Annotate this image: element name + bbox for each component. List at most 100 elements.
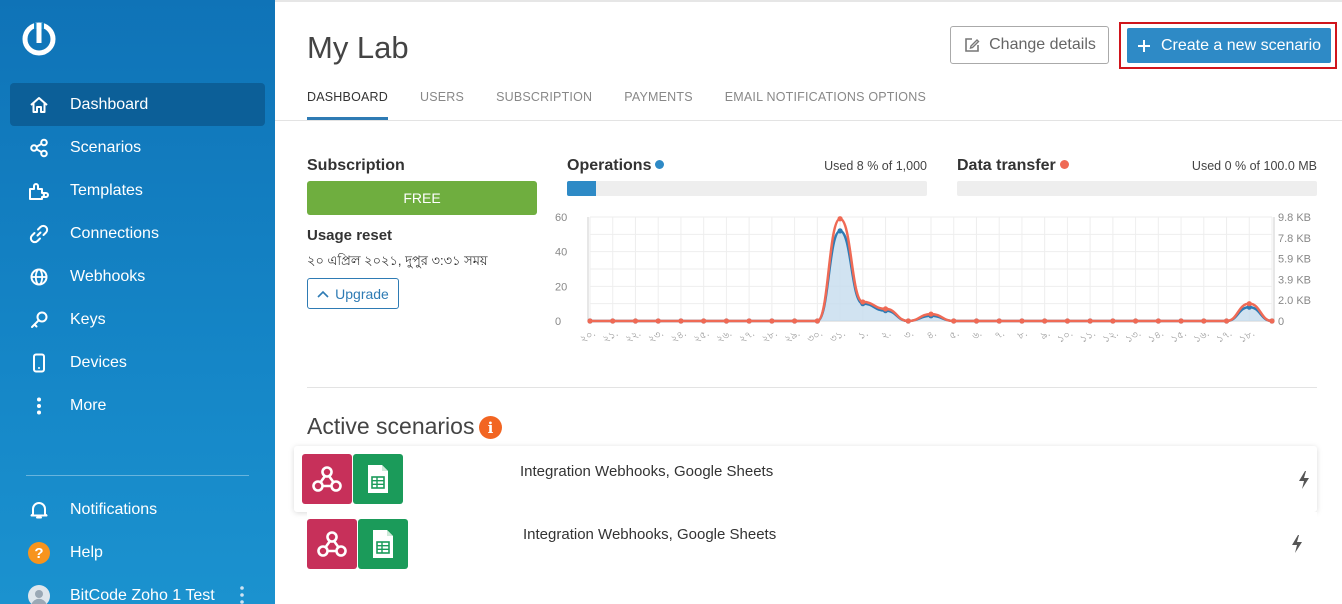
x-tick-label: ৯. — [1039, 328, 1053, 342]
sidebar-item-user[interactable]: BitCode Zoho 1 Test — [10, 574, 265, 604]
data-point — [587, 318, 593, 324]
sidebar-item-keys[interactable]: Keys — [10, 298, 265, 341]
sidebar-item-label: More — [70, 396, 107, 414]
data-point — [1087, 318, 1093, 324]
webhooks-app-icon — [307, 519, 357, 569]
data-point — [678, 318, 684, 324]
sidebar-item-label: Connections — [70, 224, 159, 242]
tab-email-notifications[interactable]: EMAIL NOTIFICATIONS OPTIONS — [725, 90, 926, 120]
data-point — [723, 318, 729, 324]
usage-reset-title: Usage reset — [307, 227, 393, 244]
data-transfer-label: Data transfer — [957, 157, 1056, 174]
help-icon: ? — [28, 541, 50, 564]
main-content: My Lab Change details Create a new scena… — [275, 0, 1342, 604]
data-point — [928, 311, 934, 317]
x-tick-label: ৬. — [970, 328, 984, 342]
tab-payments[interactable]: PAYMENTS — [624, 90, 693, 120]
sidebar-item-more[interactable]: More — [10, 384, 265, 427]
x-tick-label: ২০. — [578, 328, 597, 345]
change-details-button[interactable]: Change details — [950, 26, 1109, 64]
x-tick-label: ১৪. — [1147, 328, 1166, 345]
sidebar-item-scenarios[interactable]: Scenarios — [10, 126, 265, 169]
data-point — [746, 318, 752, 324]
sidebar-item-dashboard[interactable]: Dashboard — [10, 83, 265, 126]
scenario-row[interactable]: Integration Webhooks, Google Sheets — [294, 446, 1317, 512]
edit-icon — [965, 38, 980, 52]
sidebar-item-label: Notifications — [70, 500, 158, 518]
x-tick-label: ২৫. — [692, 328, 711, 345]
create-scenario-button[interactable]: Create a new scenario — [1127, 28, 1331, 63]
data-point — [996, 318, 1002, 324]
change-details-label: Change details — [989, 36, 1096, 53]
user-menu-icon[interactable] — [239, 584, 245, 604]
usage-reset-date: ২০ এপ্রিল ২০২১, দুপুর ৩:৩১ সময় — [307, 253, 488, 268]
data-point — [610, 318, 616, 324]
y2-tick-label: 5.9 KB — [1278, 254, 1311, 266]
x-tick-label: ১৫. — [1169, 328, 1188, 345]
x-tick-label: ১০. — [1056, 328, 1075, 345]
sidebar-item-connections[interactable]: Connections — [10, 212, 265, 255]
data-point — [1042, 318, 1048, 324]
sidebar-item-webhooks[interactable]: Webhooks — [10, 255, 265, 298]
page-title: My Lab — [307, 30, 409, 65]
data-point — [1223, 318, 1230, 324]
data-transfer-legend-dot — [1059, 160, 1069, 169]
sidebar-item-devices[interactable]: Devices — [10, 341, 265, 384]
scenario-name[interactable]: Integration Webhooks, Google Sheets — [523, 526, 776, 543]
lightning-icon[interactable] — [1289, 534, 1305, 554]
tab-subscription[interactable]: SUBSCRIPTION — [496, 90, 592, 120]
data-transfer-progress — [957, 181, 1317, 196]
x-tick-label: ৩০. — [806, 328, 825, 345]
tab-users[interactable]: USERS — [420, 90, 464, 120]
x-tick-label: ৭. — [993, 328, 1007, 342]
sidebar-divider — [26, 475, 249, 476]
upgrade-button[interactable]: Upgrade — [307, 278, 399, 309]
share-icon — [28, 137, 50, 159]
y2-tick-label: 7.8 KB — [1278, 233, 1311, 245]
x-tick-label: ৮. — [1016, 328, 1030, 342]
y2-tick-label: 3.9 KB — [1278, 274, 1311, 286]
lightning-icon[interactable] — [1296, 470, 1312, 490]
mobile-icon — [28, 352, 50, 374]
tab-bar: DASHBOARD USERS SUBSCRIPTION PAYMENTS EM… — [307, 90, 958, 120]
create-scenario-label: Create a new scenario — [1160, 36, 1322, 54]
info-icon[interactable]: i — [479, 416, 502, 439]
data-point — [1133, 318, 1139, 324]
sidebar-item-notifications[interactable]: Notifications — [10, 488, 265, 531]
y2-tick-label: 9.8 KB — [1278, 212, 1311, 224]
operations-legend-dot — [655, 160, 665, 169]
data-point — [837, 228, 843, 234]
sidebar-item-label: BitCode Zoho 1 Test — [70, 586, 215, 604]
x-tick-label: ২২. — [624, 328, 643, 345]
make-logo-icon[interactable] — [21, 21, 57, 57]
x-tick-label: ৩. — [902, 328, 916, 342]
data-point — [837, 216, 843, 222]
scenario-name[interactable]: Integration Webhooks, Google Sheets — [520, 463, 773, 480]
sidebar-item-label: Help — [70, 543, 103, 561]
avatar — [28, 584, 50, 604]
x-tick-label: ২৪. — [669, 328, 688, 345]
data-point — [1155, 318, 1161, 324]
x-tick-label: ১৭. — [1215, 328, 1234, 345]
home-icon — [28, 94, 50, 116]
scenario-row[interactable]: Integration Webhooks, Google Sheets — [307, 512, 1317, 578]
chevron-up-icon — [317, 290, 329, 298]
data-point — [951, 318, 957, 324]
tab-dashboard[interactable]: DASHBOARD — [307, 90, 388, 120]
x-tick-label: ২৬. — [715, 328, 734, 345]
active-scenarios-title: Active scenarios — [307, 413, 475, 439]
svg-text:?: ? — [34, 545, 43, 562]
sidebar-item-help[interactable]: ? Help — [10, 531, 265, 574]
sidebar-item-label: Scenarios — [70, 138, 142, 156]
y2-tick-label: 2.0 KB — [1278, 295, 1311, 307]
x-tick-label: ১৩. — [1124, 328, 1143, 345]
bell-icon — [28, 499, 50, 521]
x-tick-label: ২৯. — [783, 328, 802, 345]
plus-icon — [1137, 39, 1150, 52]
data-point — [1019, 318, 1025, 324]
sidebar-item-templates[interactable]: Templates — [10, 169, 265, 212]
data-point — [860, 299, 866, 305]
x-tick-label: ২৩. — [647, 328, 666, 345]
data-point — [769, 318, 775, 324]
operations-label: Operations — [567, 157, 652, 174]
